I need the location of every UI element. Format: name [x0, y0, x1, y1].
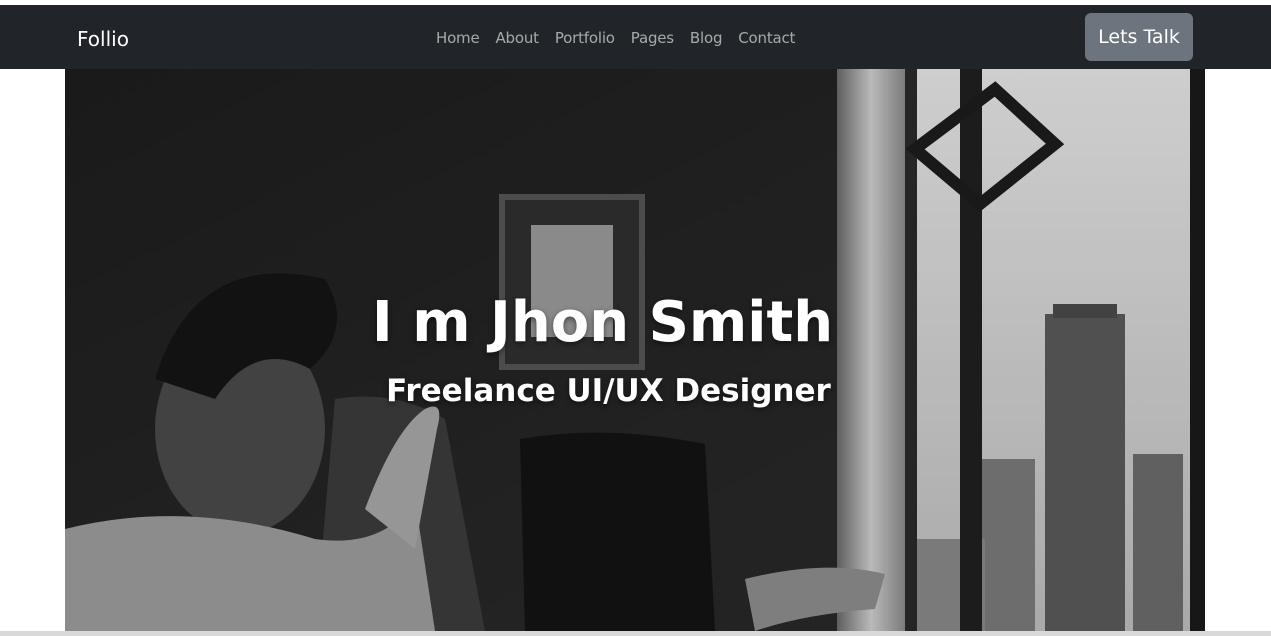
nav-menu: Home About Portfolio Pages Blog Contact — [436, 27, 795, 49]
brand-logo[interactable]: Follio — [77, 25, 129, 53]
nav-item-portfolio: Portfolio — [555, 27, 615, 49]
nav-link-pages[interactable]: Pages — [631, 29, 674, 47]
navbar: Follio Home About Portfolio Pages Blog C… — [0, 5, 1271, 69]
nav-item-blog: Blog — [690, 27, 723, 49]
nav-link-blog[interactable]: Blog — [690, 29, 723, 47]
nav-link-about[interactable]: About — [496, 29, 540, 47]
horizontal-scrollbar[interactable] — [0, 631, 1271, 636]
lets-talk-button[interactable]: Lets Talk — [1085, 13, 1193, 61]
nav-item-home: Home — [436, 27, 480, 49]
nav-link-contact[interactable]: Contact — [738, 29, 795, 47]
hero-section: I m Jhon Smith Freelance UI/UX Designer — [65, 69, 1205, 631]
nav-link-home[interactable]: Home — [436, 29, 480, 47]
hero-subtitle: Freelance UI/UX Designer — [386, 373, 831, 409]
nav-item-contact: Contact — [738, 27, 795, 49]
nav-item-about: About — [496, 27, 540, 49]
hero-title: I m Jhon Smith — [371, 290, 834, 355]
nav-item-pages: Pages — [631, 27, 674, 49]
nav-link-portfolio[interactable]: Portfolio — [555, 29, 615, 47]
